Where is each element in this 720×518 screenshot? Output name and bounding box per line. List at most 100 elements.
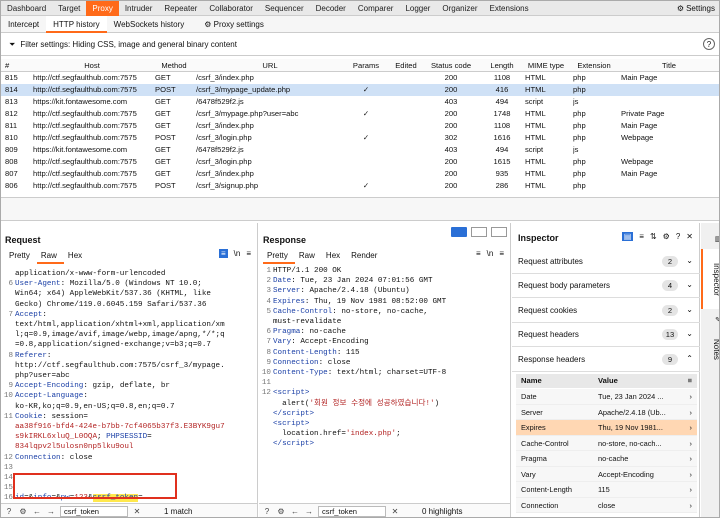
column-header[interactable]: Edited <box>389 59 423 72</box>
table-row[interactable]: 813 https://kit.fontawesome.com GET/6478f5… <box>1 96 719 108</box>
inspector-section[interactable]: Request attributes 2 ⌄ <box>512 250 700 274</box>
align-icon[interactable]: ≡ <box>639 232 644 241</box>
response-tab-raw[interactable]: Raw <box>295 251 322 264</box>
split-horizontal-icon[interactable] <box>451 227 467 237</box>
close-icon[interactable]: ✕ <box>132 507 142 516</box>
menu-icon[interactable]: ≡ <box>499 249 504 258</box>
top-tab-organizer[interactable]: Organizer <box>436 1 483 16</box>
notes-icon[interactable]: ✎ <box>701 315 719 325</box>
response-editor[interactable]: 1 HTTP/1.1 200 OK 2 Date: Tue, 23 Jan 2024… <box>259 266 510 506</box>
side-tab-notes[interactable]: Notes <box>701 329 719 369</box>
request-search-input[interactable]: csrf_token <box>60 506 128 517</box>
request-tab-pretty[interactable]: Pretty <box>5 251 37 264</box>
header-row[interactable]: Connection close › <box>516 497 697 514</box>
request-tab-hex[interactable]: Hex <box>64 251 89 264</box>
top-tab-dashboard[interactable]: Dashboard <box>1 1 52 16</box>
sub-tab-http-history[interactable]: HTTP history <box>46 15 107 33</box>
chevron-right-icon[interactable]: › <box>690 451 692 467</box>
top-tab-proxy[interactable]: Proxy <box>86 1 119 16</box>
inspector-section[interactable]: Request body parameters 4 ⌄ <box>512 274 700 298</box>
column-header[interactable]: Status code <box>426 59 476 72</box>
settings-button[interactable]: ⚙ Settings <box>677 1 715 16</box>
proxy-settings-button[interactable]: ⚙ Proxy settings <box>197 16 271 33</box>
gear-icon[interactable]: ⚙ <box>18 507 28 516</box>
gear-icon[interactable]: ⚙ <box>276 507 286 516</box>
column-header[interactable]: Length <box>487 59 517 72</box>
table-row[interactable]: 808 http://ctf.segfaulthub.com:7575 GET/cs… <box>1 156 719 168</box>
response-search-input[interactable]: csrf_token <box>318 506 386 517</box>
close-icon[interactable]: ✕ <box>686 232 693 241</box>
chevron-up-icon[interactable]: ⌃ <box>686 354 693 363</box>
table-row[interactable]: 806 http://ctf.segfaulthub.com:7575 POST/c… <box>1 180 719 192</box>
table-row[interactable]: 815 http://ctf.segfaulthub.com:7575 GET/cs… <box>1 72 719 84</box>
gear-icon[interactable]: ⚙ <box>663 232 670 241</box>
header-row[interactable]: Expires Thu, 19 Nov 1981... › <box>516 420 697 436</box>
table-row[interactable]: 810 http://ctf.segfaulthub.com:7575 POST/c… <box>1 132 719 144</box>
newline-icon[interactable]: \n <box>234 249 241 258</box>
filter-bar[interactable]: ⏷ Filter settings: Hiding CSS, image and… <box>1 34 719 56</box>
single-pane-icon[interactable] <box>491 227 507 237</box>
arrow-right-icon[interactable]: → <box>304 507 314 516</box>
chevron-right-icon[interactable]: › <box>690 436 692 452</box>
newline-icon[interactable]: \n <box>487 249 494 258</box>
help-icon[interactable]: ? <box>262 507 272 516</box>
sub-tab-websockets-history[interactable]: WebSockets history <box>107 16 192 33</box>
chevron-right-icon[interactable]: › <box>690 420 692 436</box>
header-row[interactable]: Server Apache/2.4.18 (Ub... › <box>516 404 697 420</box>
column-header[interactable]: MIME type <box>523 59 569 72</box>
column-header[interactable]: # <box>5 59 29 72</box>
column-header[interactable]: Title <box>619 59 719 72</box>
chevron-right-icon[interactable]: › <box>690 389 692 405</box>
chevron-right-icon[interactable]: › <box>690 498 692 514</box>
chevron-right-icon[interactable]: › <box>690 482 692 498</box>
chevron-down-icon[interactable]: ⌄ <box>686 305 693 314</box>
response-tab-pretty[interactable]: Pretty <box>263 251 295 264</box>
top-tab-comparer[interactable]: Comparer <box>352 1 400 16</box>
table-row[interactable]: 811 http://ctf.segfaulthub.com:7575 GET/cs… <box>1 120 719 132</box>
side-tab-inspector[interactable]: Inspector <box>701 249 719 309</box>
top-tab-collaborator[interactable]: Collaborator <box>203 1 259 16</box>
header-row[interactable]: Content-Length 115 › <box>516 482 697 498</box>
header-row[interactable]: Pragma no-cache › <box>516 451 697 467</box>
chevron-down-icon[interactable]: ⌄ <box>686 256 693 265</box>
sort-icon[interactable]: ⇅ <box>650 232 657 241</box>
arrow-left-icon[interactable]: ← <box>32 507 42 516</box>
sub-tab-intercept[interactable]: Intercept <box>1 16 46 33</box>
top-tab-intruder[interactable]: Intruder <box>119 1 159 16</box>
column-header[interactable]: Host <box>31 59 153 72</box>
panel-icon[interactable]: ▥ <box>701 233 719 245</box>
close-icon[interactable]: ✕ <box>390 507 400 516</box>
pane-divider[interactable] <box>1 197 719 221</box>
chevron-down-icon[interactable]: ⌄ <box>686 280 693 289</box>
inspector-section[interactable]: Response headers 9 ⌃ <box>512 348 700 372</box>
top-tab-extensions[interactable]: Extensions <box>483 1 534 16</box>
wrap-icon[interactable]: ≡ <box>218 249 228 258</box>
column-header[interactable]: Method <box>155 59 193 72</box>
header-row[interactable]: Vary Accept-Encoding › <box>516 466 697 483</box>
menu-icon[interactable]: ≡ <box>688 374 692 388</box>
request-editor[interactable]: application/x-www-form-urlencoded 6 User-… <box>1 269 257 503</box>
table-row[interactable]: 807 http://ctf.segfaulthub.com:7575 GET/cs… <box>1 168 719 180</box>
column-header[interactable]: Params <box>348 59 384 72</box>
help-icon[interactable]: ? <box>676 232 680 241</box>
layout-icon[interactable]: ▤ <box>621 232 634 241</box>
split-vertical-icon[interactable] <box>471 227 487 237</box>
top-tab-target[interactable]: Target <box>52 1 86 16</box>
arrow-left-icon[interactable]: ← <box>290 507 300 516</box>
top-tab-repeater[interactable]: Repeater <box>158 1 203 16</box>
top-tab-sequencer[interactable]: Sequencer <box>259 1 310 16</box>
header-row[interactable]: Cache-Control no-store, no-cach... › <box>516 435 697 452</box>
response-tab-render[interactable]: Render <box>347 251 384 264</box>
table-row[interactable]: 814 http://ctf.segfaulthub.com:7575 POST/c… <box>1 84 719 96</box>
help-icon[interactable]: ? <box>703 38 715 50</box>
table-row[interactable]: 812 http://ctf.segfaulthub.com:7575 GET/cs… <box>1 108 719 120</box>
top-tab-logger[interactable]: Logger <box>399 1 436 16</box>
help-icon[interactable]: ? <box>4 507 14 516</box>
wrap-icon[interactable]: ≡ <box>476 249 481 258</box>
arrow-right-icon[interactable]: → <box>46 507 56 516</box>
table-row[interactable]: 809 https://kit.fontawesome.com GET/6478f5… <box>1 144 719 156</box>
chevron-down-icon[interactable]: ⌄ <box>686 329 693 338</box>
header-row[interactable]: Date Tue, 23 Jan 2024 ... › <box>516 389 697 405</box>
chevron-right-icon[interactable]: › <box>690 467 692 483</box>
layout-toggle[interactable] <box>451 227 507 237</box>
